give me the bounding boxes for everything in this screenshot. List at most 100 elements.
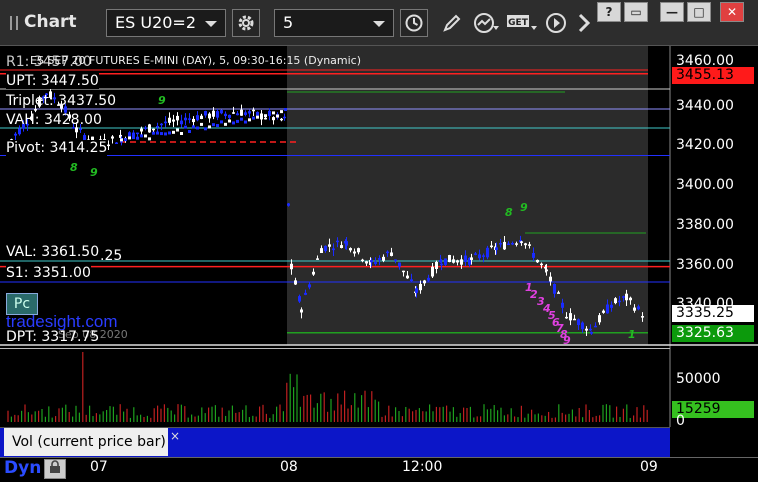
candle-body xyxy=(444,258,447,265)
candle-body xyxy=(128,136,131,140)
candle-body xyxy=(287,203,290,206)
lock-button[interactable] xyxy=(44,459,66,479)
pencil-icon xyxy=(443,14,461,32)
val-fragment-label: .25 xyxy=(100,248,123,264)
draw-pencil-button[interactable] xyxy=(438,9,466,37)
candle-body xyxy=(276,114,279,118)
candle-body xyxy=(415,288,418,293)
clock-icon xyxy=(405,14,423,32)
volume-indicator-tab[interactable]: Vol (current price bar) xyxy=(4,428,168,456)
price-tick: 3420.00 xyxy=(676,137,734,153)
candle-body xyxy=(224,113,227,117)
candle-body xyxy=(419,283,422,291)
candle-body xyxy=(34,109,37,111)
candle-body xyxy=(156,126,159,128)
candle-body xyxy=(324,245,327,252)
candle-body xyxy=(528,244,531,246)
price-tick: 3380.00 xyxy=(676,217,734,233)
candle-body xyxy=(184,125,187,129)
candle-body xyxy=(365,261,368,264)
candle-body xyxy=(594,325,597,328)
close-button[interactable]: ✕ xyxy=(720,2,744,22)
indicator-chart-icon xyxy=(474,13,499,33)
clock-button[interactable] xyxy=(400,9,428,37)
symbol-value: ES U20=2 xyxy=(115,13,197,32)
candle-body xyxy=(172,130,175,134)
candle-body xyxy=(18,128,21,135)
symbol-select[interactable]: ES U20=2 xyxy=(106,9,226,37)
candle-body xyxy=(598,315,601,323)
candle-body xyxy=(220,120,223,124)
candle-body xyxy=(184,117,187,121)
candle-body xyxy=(532,252,535,258)
price-tick: 3400.00 xyxy=(676,177,734,193)
chevron-right-icon xyxy=(578,13,591,33)
upt-label: UPT: 3447.50 xyxy=(6,73,99,89)
scroll-right-button[interactable] xyxy=(570,9,598,37)
grip-icon[interactable] xyxy=(10,16,18,30)
candle-body xyxy=(136,136,139,140)
candle-body xyxy=(268,110,271,114)
candle-body xyxy=(188,118,191,120)
settings-gear-button[interactable] xyxy=(232,9,260,37)
time-tick: 08 xyxy=(280,459,298,475)
candle-body xyxy=(176,128,179,132)
candle-body xyxy=(524,243,527,246)
candle-body xyxy=(75,127,78,133)
candle-body xyxy=(111,136,114,139)
candle-body xyxy=(540,263,543,266)
candle-body xyxy=(107,144,110,147)
get-icon: GET xyxy=(507,15,537,30)
candle-body xyxy=(248,118,251,122)
tab-strip-axis-filler xyxy=(670,427,758,457)
candle-body xyxy=(482,255,485,257)
interval-select[interactable]: 5 xyxy=(274,9,394,37)
help-button[interactable]: ? xyxy=(597,2,621,22)
interval-value: 5 xyxy=(283,13,294,32)
minimize-button[interactable]: — xyxy=(660,2,684,22)
candle-body xyxy=(280,110,283,114)
dynamic-mode-label[interactable]: Dyn xyxy=(4,458,41,478)
close-icon[interactable]: × xyxy=(170,429,180,443)
play-button[interactable] xyxy=(542,9,570,37)
candle-body xyxy=(382,256,385,261)
triplet-label: Triplet: 3437.50 xyxy=(6,93,117,109)
candle-body xyxy=(140,134,143,138)
candle-body xyxy=(212,123,215,127)
restore-button[interactable]: ▭ xyxy=(624,2,648,22)
candle-body xyxy=(148,137,151,141)
candle-body xyxy=(456,260,459,263)
val-label: VAL: 3361.50 xyxy=(6,244,100,260)
candle-body xyxy=(581,322,584,330)
candle-body xyxy=(618,300,621,303)
candle-body xyxy=(216,124,219,128)
play-icon xyxy=(546,13,566,33)
candle-body xyxy=(490,245,493,248)
candle-body xyxy=(240,109,243,116)
td-count-label: 9 xyxy=(90,166,98,179)
candle-body xyxy=(328,244,331,247)
candle-body xyxy=(120,138,123,142)
candle-body xyxy=(232,112,235,114)
series-title: ES SEP 20 FUTURES E-MINI (DAY), 5, 09:30… xyxy=(30,54,362,67)
candle-body xyxy=(14,133,17,136)
candle-body xyxy=(236,113,239,116)
candle-body xyxy=(248,111,251,114)
chevron-down-icon xyxy=(373,21,385,27)
candle-body xyxy=(272,111,275,115)
current-price-box: 3335.25 xyxy=(672,305,754,322)
candle-body xyxy=(423,280,426,284)
maximize-button[interactable]: □ xyxy=(687,2,711,22)
candle-body xyxy=(192,118,195,123)
candle-body xyxy=(180,120,183,125)
candle-body xyxy=(228,119,231,123)
candle-body xyxy=(208,113,211,119)
candle-body xyxy=(144,127,147,129)
indicators-button[interactable] xyxy=(472,9,500,37)
price-box-green: 3325.63 xyxy=(672,325,754,342)
get-data-button[interactable]: GET xyxy=(506,9,538,37)
candle-body xyxy=(272,117,275,121)
candle-body xyxy=(172,119,175,122)
candle-body xyxy=(460,259,463,265)
candle-body xyxy=(204,111,207,116)
